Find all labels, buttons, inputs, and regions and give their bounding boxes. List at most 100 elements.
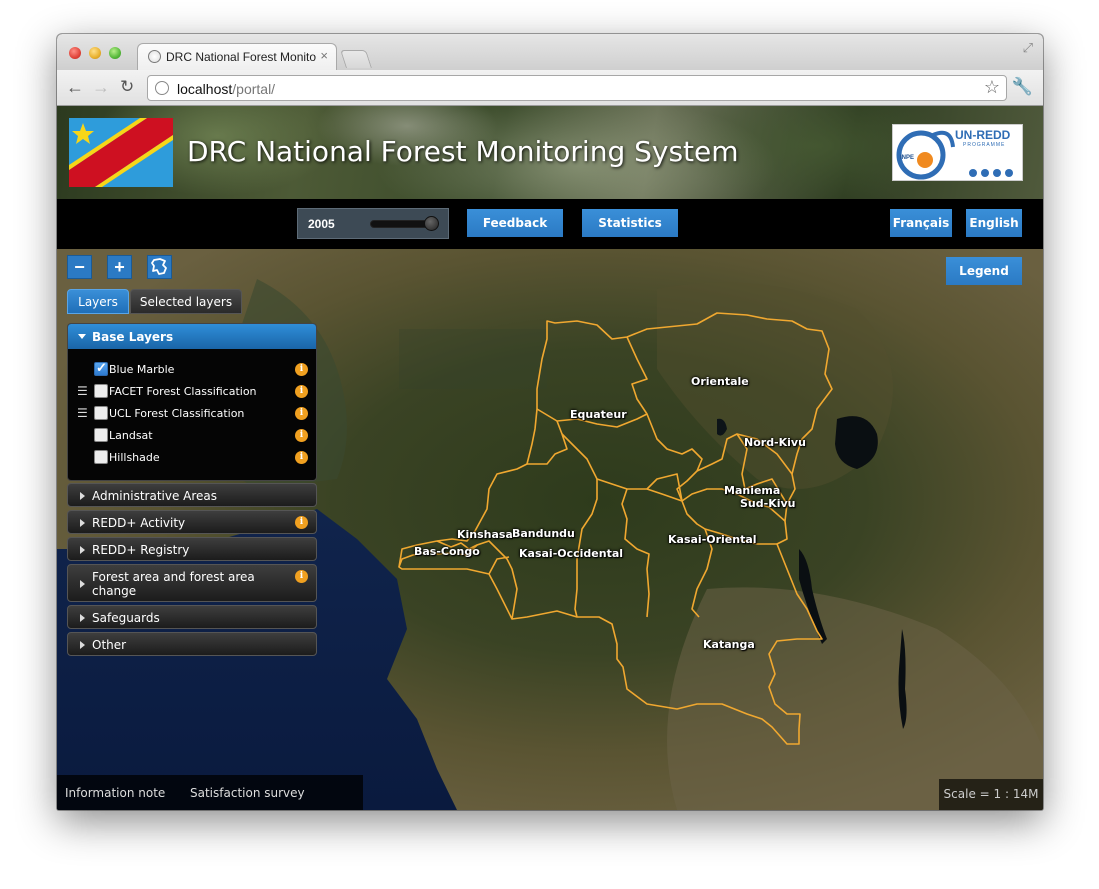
globe-icon (155, 81, 169, 95)
layer-label: Blue Marble (109, 363, 175, 376)
close-window-button[interactable] (69, 47, 81, 59)
back-arrow-icon[interactable]: ← (66, 77, 84, 97)
logo-brand: UN-REDD (955, 128, 1011, 142)
chevron-right-icon (80, 580, 85, 588)
province-label: Bandundu (512, 527, 575, 540)
group-other[interactable]: Other (67, 632, 317, 656)
year-slider-track[interactable] (370, 220, 432, 228)
info-icon[interactable]: i (295, 429, 308, 442)
address-bar[interactable]: localhost/portal/ ☆ (147, 75, 1007, 101)
tab-strip: DRC National Forest Monitoring System × … (57, 34, 1043, 70)
layer-row-landsat: Landsat i (68, 426, 316, 446)
layer-label: FACET Forest Classification (109, 385, 257, 398)
layer-row-hillshade: Hillshade i (68, 448, 316, 468)
zoom-in-button[interactable]: + (107, 255, 132, 279)
zoom-out-button[interactable]: − (67, 255, 92, 279)
browser-window: DRC National Forest Monitoring System × … (57, 34, 1043, 810)
province-label: Sud-Kivu (740, 497, 796, 510)
group-label: Administrative Areas (92, 489, 218, 503)
province-label: Orientale (691, 375, 749, 388)
year-slider-thumb[interactable] (424, 216, 439, 231)
new-tab-button[interactable] (340, 50, 372, 68)
province-label: Maniema (724, 484, 781, 497)
group-redd-activity[interactable]: REDD+ Activity i (67, 510, 317, 534)
statistics-button[interactable]: Statistics (582, 209, 678, 237)
layer-row-ucl: ☰ UCL Forest Classification i (68, 404, 316, 424)
url-host: localhost (177, 81, 233, 97)
layer-row-facet: ☰ FACET Forest Classification i (68, 382, 316, 402)
group-label: Other (92, 638, 127, 652)
french-button[interactable]: Français (890, 209, 952, 237)
chevron-down-icon (78, 334, 86, 339)
english-button[interactable]: English (966, 209, 1022, 237)
province-label: Equateur (570, 408, 627, 421)
legend-list-icon[interactable]: ☰ (77, 406, 88, 420)
legend-list-icon[interactable]: ☰ (77, 384, 88, 398)
control-bar: 2005 Feedback Statistics Français Englis… (57, 199, 1043, 249)
close-tab-icon[interactable]: × (320, 48, 328, 63)
group-redd-registry[interactable]: REDD+ Registry (67, 537, 317, 561)
province-label: Kasai-Occidental (519, 547, 624, 560)
base-layers-section: Base Layers Blue Marble i ☰ FACET Forest… (67, 323, 317, 481)
layer-label: Hillshade (109, 451, 160, 464)
layer-checkbox[interactable] (94, 450, 108, 464)
province-label: Nord-Kivu (744, 436, 806, 449)
feedback-button[interactable]: Feedback (467, 209, 563, 237)
base-layers-header[interactable]: Base Layers (68, 324, 316, 349)
info-icon[interactable]: i (295, 407, 308, 420)
group-administrative-areas[interactable]: Administrative Areas (67, 483, 317, 507)
year-slider-box: 2005 (297, 208, 449, 239)
layer-checkbox[interactable] (94, 360, 108, 376)
group-label: Forest area and forest area change (92, 570, 255, 598)
province-label: Bas-Congo (414, 545, 480, 558)
bookmark-star-icon[interactable]: ☆ (984, 77, 1000, 98)
info-icon[interactable]: i (295, 385, 308, 398)
chevron-right-icon (80, 641, 85, 649)
info-icon[interactable]: i (295, 570, 308, 583)
browser-tab[interactable]: DRC National Forest Monitoring System × (137, 43, 337, 70)
info-icon[interactable]: i (295, 516, 308, 529)
satisfaction-survey-link[interactable]: Satisfaction survey (190, 786, 305, 800)
group-forest-area[interactable]: Forest area and forest area change i (67, 564, 317, 602)
logo-org: INPE (900, 155, 915, 161)
chevron-right-icon (80, 546, 85, 554)
chevron-right-icon (80, 519, 85, 527)
year-label: 2005 (308, 217, 335, 231)
group-label: REDD+ Activity (92, 516, 186, 530)
layer-label: Landsat (109, 429, 153, 442)
info-icon[interactable]: i (295, 451, 308, 464)
footer-links: Information note Satisfaction survey (57, 775, 363, 810)
scale-readout: Scale = 1 : 14M (939, 779, 1043, 810)
group-safeguards[interactable]: Safeguards (67, 605, 317, 629)
wrench-icon[interactable]: 🔧 (1012, 77, 1033, 97)
reload-icon[interactable]: ↻ (120, 77, 134, 97)
tab-layers[interactable]: Layers (67, 289, 129, 314)
logo-sub: PROGRAMME (963, 142, 1006, 148)
tab-selected-layers[interactable]: Selected layers (130, 289, 242, 314)
information-note-link[interactable]: Information note (65, 786, 165, 800)
tab-title: DRC National Forest Monitoring System (166, 50, 316, 64)
group-label: REDD+ Registry (92, 543, 190, 557)
page: DRC National Forest Monitoring System UN… (57, 106, 1043, 810)
info-icon[interactable]: i (295, 363, 308, 376)
fullscreen-icon[interactable]: ⤢ (1023, 40, 1033, 56)
minimize-window-button[interactable] (89, 47, 101, 59)
url-path: /portal/ (232, 81, 276, 97)
browser-toolbar: ← → ↻ localhost/portal/ ☆ 🔧 (57, 70, 1043, 106)
layer-checkbox[interactable] (94, 406, 108, 420)
drc-flag (69, 118, 173, 187)
zoom-to-area-icon[interactable] (147, 255, 172, 279)
province-label: Kinshasa (457, 528, 513, 541)
base-layers-title: Base Layers (92, 330, 174, 344)
layer-label: UCL Forest Classification (109, 407, 245, 420)
group-label: Safeguards (92, 611, 160, 625)
zoom-window-button[interactable] (109, 47, 121, 59)
un-redd-logo: UN-REDD PROGRAMME INPE (892, 124, 1023, 181)
map-view[interactable]: − + Legend Layers Selected layers Base L… (57, 249, 1043, 810)
layer-row-blue-marble: Blue Marble i (68, 360, 316, 380)
legend-button[interactable]: Legend (946, 257, 1022, 285)
forward-arrow-icon[interactable]: → (92, 77, 110, 97)
chevron-right-icon (80, 614, 85, 622)
layer-checkbox[interactable] (94, 384, 108, 398)
layer-checkbox[interactable] (94, 428, 108, 442)
